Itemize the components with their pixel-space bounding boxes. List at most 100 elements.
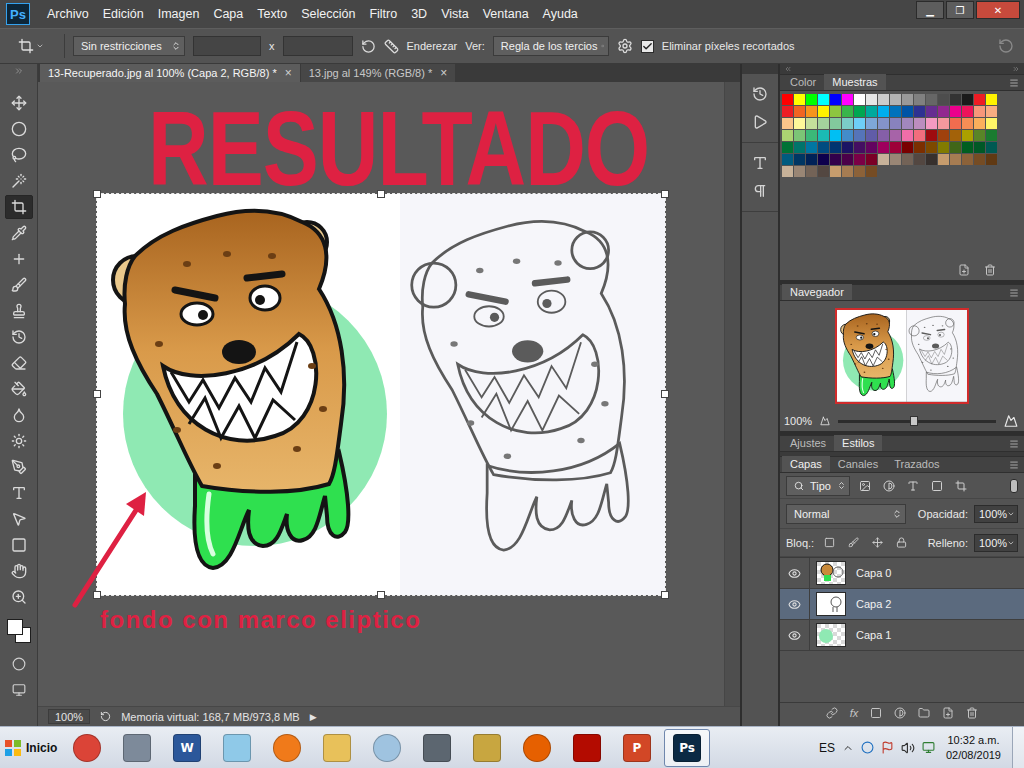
tab-close[interactable]: ×	[285, 66, 292, 80]
swatch[interactable]	[902, 118, 913, 129]
crop-handle[interactable]	[661, 190, 669, 198]
tool-button[interactable]	[5, 91, 33, 115]
layer-name[interactable]: Capa 0	[856, 567, 891, 579]
delete-cropped-checkbox[interactable]	[641, 40, 654, 53]
swatch[interactable]	[842, 166, 853, 177]
swatch[interactable]	[938, 154, 949, 165]
adjustment-filter-icon[interactable]	[883, 480, 895, 492]
panel-tab[interactable]: Trazados	[886, 456, 947, 472]
swatch[interactable]	[782, 130, 793, 141]
shape-filter-icon[interactable]	[931, 480, 943, 492]
swatch[interactable]	[842, 118, 853, 129]
swatch[interactable]	[926, 106, 937, 117]
layer-row[interactable]: Capa 2	[780, 589, 1024, 620]
side-button[interactable]	[746, 80, 774, 108]
menu-item[interactable]: Texto	[250, 7, 294, 21]
settings-button[interactable]	[617, 38, 633, 54]
quick-mask-button[interactable]	[12, 652, 26, 676]
swatch[interactable]	[926, 94, 937, 105]
taskbar-app[interactable]: P	[614, 729, 660, 767]
swatch[interactable]	[950, 154, 961, 165]
swatch[interactable]	[986, 154, 997, 165]
swatch[interactable]	[938, 94, 949, 105]
swatch[interactable]	[914, 94, 925, 105]
taskbar-app[interactable]	[64, 729, 110, 767]
swatch[interactable]	[866, 106, 877, 117]
taskbar-app[interactable]	[464, 729, 510, 767]
show-desktop[interactable]	[1012, 727, 1024, 768]
fill-field[interactable]: 100%	[974, 534, 1018, 552]
crop-handle[interactable]	[661, 390, 669, 398]
taskbar-app[interactable]	[414, 729, 460, 767]
swatch[interactable]	[986, 118, 997, 129]
menu-item[interactable]: Archivo	[40, 7, 96, 21]
color-chips[interactable]	[4, 616, 34, 650]
swatch[interactable]	[962, 118, 973, 129]
window-button[interactable]: ✕	[976, 1, 1020, 19]
mask-icon[interactable]	[870, 707, 882, 719]
swatch[interactable]	[782, 142, 793, 153]
tool-button[interactable]	[5, 117, 33, 141]
pixel-filter-icon[interactable]	[859, 480, 871, 492]
swatch[interactable]	[794, 130, 805, 141]
taskbar-app[interactable]: Ps	[664, 729, 710, 767]
swatch[interactable]	[830, 106, 841, 117]
menu-item[interactable]: Ayuda	[536, 7, 585, 21]
swatch[interactable]	[914, 154, 925, 165]
side-button[interactable]	[746, 108, 774, 136]
swatch[interactable]	[890, 142, 901, 153]
menu-item[interactable]: Capa	[206, 7, 250, 21]
swatch[interactable]	[830, 154, 841, 165]
tool-button[interactable]	[5, 559, 33, 583]
layer-name[interactable]: Capa 2	[856, 598, 891, 610]
panel-tab[interactable]: Navegador	[782, 284, 852, 300]
network-icon[interactable]	[861, 741, 874, 754]
swatch[interactable]	[878, 94, 889, 105]
swatch[interactable]	[938, 118, 949, 129]
swatch[interactable]	[902, 130, 913, 141]
swatch[interactable]	[974, 94, 985, 105]
swatch[interactable]	[830, 166, 841, 177]
menu-item[interactable]: 3D	[404, 7, 434, 21]
swatch[interactable]	[974, 154, 985, 165]
swatch[interactable]	[878, 118, 889, 129]
tool-button[interactable]	[5, 481, 33, 505]
document-image[interactable]	[97, 194, 665, 595]
swatch[interactable]	[842, 154, 853, 165]
panel-tab[interactable]: Estilos	[834, 435, 882, 451]
lock-position-icon[interactable]	[872, 537, 883, 548]
panel-tab[interactable]: Ajustes	[782, 435, 834, 451]
swatch[interactable]	[974, 130, 985, 141]
swatch[interactable]	[806, 142, 817, 153]
panel-tab[interactable]: Muestras	[824, 74, 885, 90]
layer-row[interactable]: Capa 1	[780, 620, 1024, 651]
folder-icon[interactable]	[918, 707, 930, 719]
side-button[interactable]	[746, 177, 774, 205]
display-icon[interactable]	[922, 741, 935, 754]
crop-handle[interactable]	[93, 591, 101, 599]
swatch[interactable]	[902, 106, 913, 117]
clock[interactable]: 10:32 a.m.02/08/2019	[942, 733, 1005, 762]
layer-name[interactable]: Capa 1	[856, 629, 891, 641]
collapse-icon[interactable]	[784, 65, 792, 73]
navigator-view[interactable]	[835, 308, 969, 404]
document-tab[interactable]: 13-Recuperado.jpg al 100% (Capa 2, RGB/8…	[40, 64, 300, 82]
swatch[interactable]	[866, 130, 877, 141]
swatch[interactable]	[830, 142, 841, 153]
swatch[interactable]	[794, 106, 805, 117]
view-select[interactable]: Regla de los tercios	[493, 36, 609, 56]
menu-item[interactable]: Selección	[294, 7, 362, 21]
zoom-field[interactable]: 100%	[48, 709, 90, 724]
swatch[interactable]	[926, 130, 937, 141]
tab-close[interactable]: ×	[440, 66, 447, 80]
swatch[interactable]	[950, 118, 961, 129]
tool-preset[interactable]	[18, 38, 56, 54]
tool-button[interactable]	[5, 429, 33, 453]
swatch[interactable]	[902, 142, 913, 153]
menu-item[interactable]: Filtro	[362, 7, 404, 21]
swatch[interactable]	[806, 106, 817, 117]
type-filter-icon[interactable]	[907, 480, 919, 492]
window-button[interactable]: ▁	[916, 1, 944, 19]
swatch[interactable]	[782, 94, 793, 105]
zoom-in-icon[interactable]	[1004, 414, 1018, 428]
